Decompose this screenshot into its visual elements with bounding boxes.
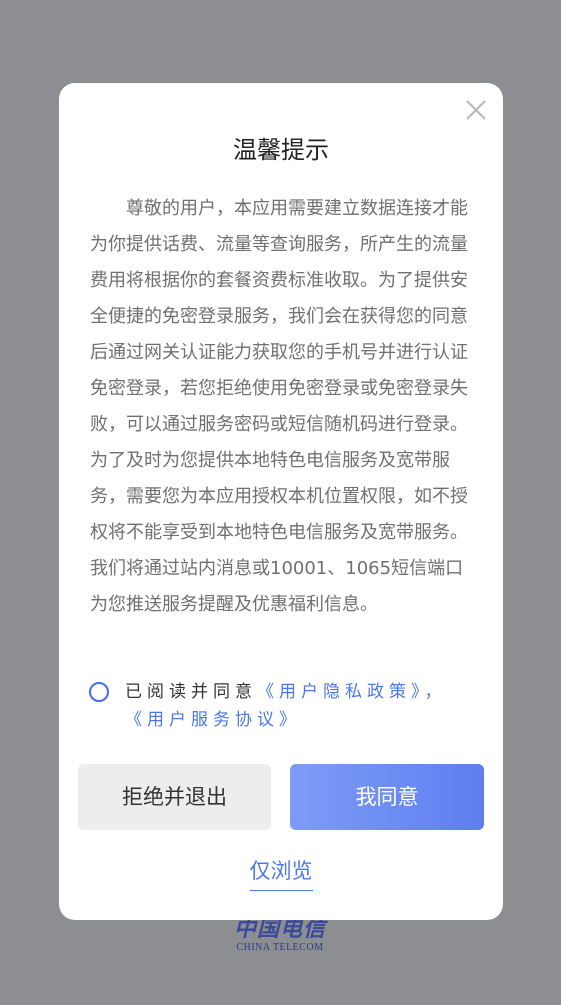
- service-agreement-link[interactable]: 《用户服务协议》: [125, 710, 301, 730]
- close-button[interactable]: [465, 99, 487, 121]
- consent-text: 已阅读并同意《用户隐私政策》， 《用户服务协议》: [125, 678, 475, 734]
- agree-button[interactable]: 我同意: [290, 764, 484, 830]
- browse-only-row: 仅浏览: [59, 856, 503, 891]
- china-telecom-logo: 中国电信 CHINA TELECOM: [220, 916, 340, 960]
- consent-prefix: 已阅读并同意: [125, 682, 257, 702]
- browse-only-link[interactable]: 仅浏览: [249, 856, 313, 891]
- refuse-and-exit-button[interactable]: 拒绝并退出: [78, 764, 271, 830]
- tips-dialog: 温馨提示 尊敬的用户，本应用需要建立数据连接才能为你提供话费、流量等查询服务，所…: [59, 83, 503, 920]
- consent-row: 已阅读并同意《用户隐私政策》， 《用户服务协议》: [89, 678, 479, 738]
- brand-name-en: CHINA TELECOM: [236, 942, 324, 953]
- dialog-title: 温馨提示: [233, 136, 329, 164]
- consent-separator: ，: [424, 682, 447, 702]
- privacy-policy-link[interactable]: 《用户隐私政策》: [257, 682, 425, 702]
- close-icon: [466, 100, 486, 120]
- dialog-body-text: 尊敬的用户，本应用需要建立数据连接才能为你提供话费、流量等查询服务，所产生的流量…: [90, 198, 468, 615]
- radio-unchecked-icon[interactable]: [89, 682, 109, 702]
